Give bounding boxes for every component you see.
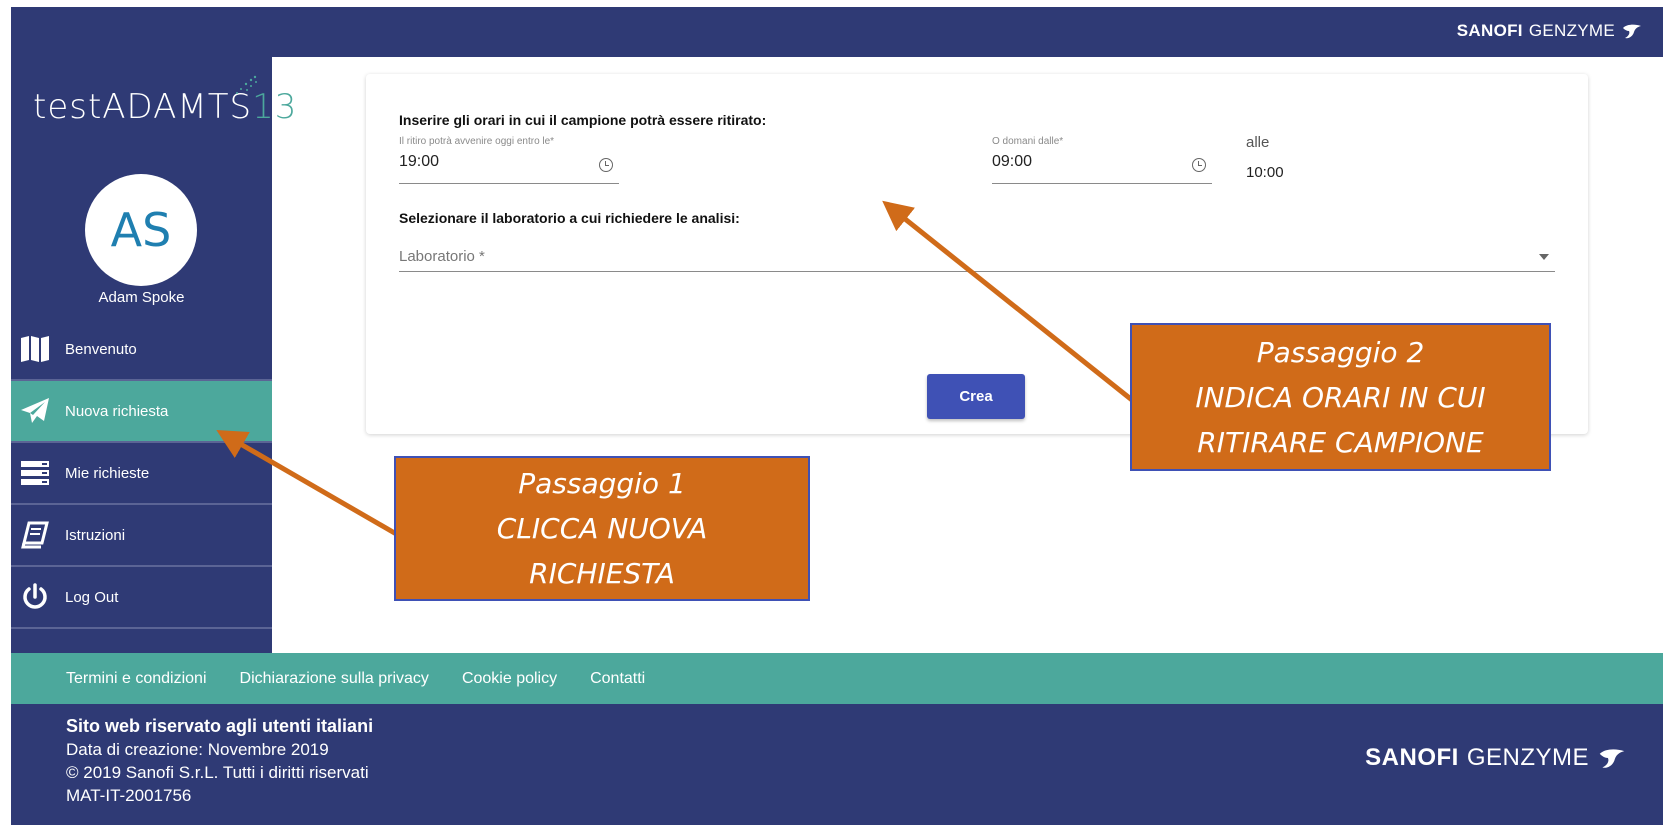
crea-button[interactable]: Crea	[927, 374, 1025, 419]
footer-code: MAT-IT-2001756	[66, 786, 192, 805]
footer-creation-date: Data di creazione: Novembre 2019	[66, 740, 329, 759]
caret-down-icon	[1539, 254, 1549, 260]
power-icon	[19, 581, 51, 613]
map-icon	[19, 333, 51, 365]
footer-link-privacy[interactable]: Dichiarazione sulla privacy	[240, 670, 429, 688]
user-name: Adam Spoke	[98, 289, 185, 306]
sanofi-bird-icon	[1623, 24, 1641, 39]
footer-links-bar: Termini e condizioni Dichiarazione sulla…	[11, 653, 1663, 704]
callout-step-1: Passaggio 1 CLICCA NUOVA RICHIESTA	[394, 456, 810, 601]
top-bar: SANOFI GENZYME	[11, 7, 1663, 57]
footer-link-cookie[interactable]: Cookie policy	[462, 670, 557, 688]
lab-question: Selezionare il laboratorio a cui richied…	[399, 210, 740, 226]
logo-dots-icon	[236, 75, 257, 94]
paper-plane-icon	[19, 395, 51, 427]
laboratory-select[interactable]: Laboratorio *	[399, 238, 1555, 272]
until-label: alle	[1246, 134, 1270, 151]
sidebar-item-benvenuto[interactable]: Benvenuto	[11, 319, 272, 381]
clock-icon[interactable]	[599, 158, 613, 172]
sanofi-bird-icon	[1599, 749, 1625, 768]
footer-copyright: © 2019 Sanofi S.r.L. Tutti i diritti ris…	[66, 763, 369, 782]
sidebar: testADAMTS13 AS Adam Spoke Benvenuto Nuo…	[11, 57, 296, 653]
footer: Sito web riservato agli utenti italiani …	[11, 704, 1663, 825]
footer-link-contacts[interactable]: Contatti	[590, 670, 645, 688]
brand-logo-bottom: SANOFI GENZYME	[1365, 744, 1627, 772]
sidebar-item-log-out[interactable]: Log Out	[11, 567, 272, 629]
book-icon	[19, 519, 51, 551]
footer-notice: Sito web riservato agli utenti italiani	[66, 716, 374, 736]
avatar: AS	[85, 174, 197, 286]
brand-logo-top: SANOFI GENZYME	[1457, 21, 1643, 41]
callout-step-2: Passaggio 2 INDICA ORARI IN CUI RITIRARE…	[1130, 323, 1551, 471]
tomorrow-pickup-time-field[interactable]: O domani dalle* 09:00	[992, 136, 1212, 184]
sidebar-item-istruzioni[interactable]: Istruzioni	[11, 505, 272, 567]
today-pickup-time-field[interactable]: Il ritiro potrà avvenire oggi entro le* …	[399, 136, 619, 184]
list-icon	[19, 457, 51, 489]
sidebar-item-mie-richieste[interactable]: Mie richieste	[11, 443, 272, 505]
footer-link-terms[interactable]: Termini e condizioni	[66, 670, 207, 688]
pickup-question: Inserire gli orari in cui il campione po…	[399, 112, 767, 128]
clock-icon[interactable]	[1192, 158, 1206, 172]
sidebar-item-nuova-richiesta[interactable]: Nuova richiesta	[11, 381, 272, 443]
until-time-value[interactable]: 10:00	[1246, 164, 1284, 181]
